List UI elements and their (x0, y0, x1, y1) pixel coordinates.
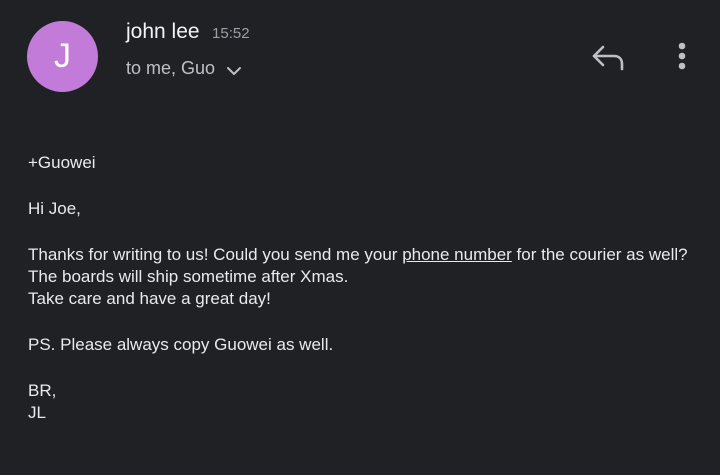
reply-icon (592, 45, 624, 71)
greeting-line: Hi Joe, (28, 199, 81, 218)
recipients-text: to me, Guo (126, 57, 216, 78)
message-time: 15:52 (212, 25, 250, 42)
ps-line: PS. Please always copy Guowei as well. (28, 335, 334, 354)
sender-avatar[interactable]: J (27, 21, 98, 92)
signoff-line: BR, (28, 381, 57, 400)
recipients-toggle[interactable]: to me, Guo (126, 56, 243, 80)
closing-line: Take care and have a great day! (28, 289, 271, 308)
reply-button[interactable] (588, 38, 628, 78)
body-text: for the courier as well? (511, 245, 688, 264)
message-header: J john lee 15:52 to me, Guo (0, 0, 720, 110)
cc-line: +Guowei (28, 153, 96, 172)
shipping-line: The boards will ship sometime after Xmas… (28, 267, 349, 286)
body-text: Thanks for writing to us! Could you send… (28, 245, 403, 264)
phone-number-link[interactable]: phone number (402, 245, 512, 264)
message-body: +Guowei Hi Joe, Thanks for writing to us… (28, 152, 708, 424)
body-paragraph: Thanks for writing to us! Could you send… (28, 244, 708, 266)
sender-row: john lee 15:52 (126, 20, 250, 44)
more-options-button[interactable] (668, 38, 696, 78)
sender-name[interactable]: john lee (126, 20, 200, 43)
signature-initials: JL (28, 403, 46, 422)
chevron-down-icon[interactable] (225, 62, 243, 80)
more-vert-icon (678, 42, 686, 70)
